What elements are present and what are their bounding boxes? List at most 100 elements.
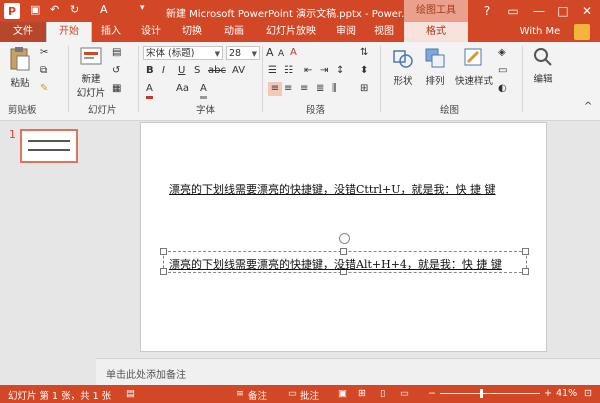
help-button[interactable]: ?	[474, 0, 500, 22]
title-bar: P ▣ ↶ ↻ A ▾ 新建 Microsoft PowerPoint 演示文稿…	[0, 0, 600, 22]
layout-icon[interactable]: ▤	[112, 46, 121, 60]
zoom-in-icon[interactable]: +	[544, 388, 552, 399]
save-icon[interactable]: ▣	[30, 3, 40, 16]
highlight-button[interactable]: A	[200, 82, 207, 99]
notes-pane[interactable]: 单击此处添加备注	[96, 358, 600, 386]
cut-icon[interactable]: ✂	[40, 46, 48, 60]
justify-icon[interactable]: ≣	[316, 82, 324, 96]
group-separator	[138, 46, 139, 112]
tab-transitions[interactable]: 切换	[172, 22, 212, 42]
quick-access-more-icon[interactable]: ▾	[140, 3, 145, 13]
app-logo-icon[interactable]: P	[4, 3, 20, 19]
new-slide-label-1: 新建	[81, 74, 101, 85]
account-avatar-icon[interactable]	[574, 24, 590, 40]
redo-icon[interactable]: ↻	[70, 3, 79, 16]
tab-animations[interactable]: 动画	[214, 22, 254, 42]
decrease-indent-icon[interactable]: ⇤	[304, 64, 312, 78]
bold-button[interactable]: B	[146, 64, 154, 78]
resize-handle-icon[interactable]	[522, 268, 529, 275]
resize-handle-icon[interactable]	[340, 248, 347, 255]
resize-handle-icon[interactable]	[160, 248, 167, 255]
tab-insert[interactable]: 插入	[92, 22, 130, 42]
font-color-quick-icon[interactable]: A	[100, 3, 108, 16]
slideshow-icon[interactable]: ▭	[400, 388, 409, 399]
window-title: 新建 Microsoft PowerPoint 演示文稿.pptx - Powe…	[166, 9, 411, 20]
shape-outline-icon[interactable]: ▭	[498, 64, 507, 78]
tab-review[interactable]: 审阅	[328, 22, 364, 42]
font-size-dropdown[interactable]: 28 ▼	[226, 46, 260, 60]
underline-button[interactable]: U	[178, 64, 185, 78]
zoom-out-icon[interactable]: −	[428, 388, 436, 399]
zoom-slider-thumb[interactable]	[480, 389, 483, 398]
tab-file[interactable]: 文件	[0, 22, 46, 42]
italic-button[interactable]: I	[162, 64, 165, 78]
slide-text-line-2[interactable]: 漂亮的下划线需要漂亮的快捷键，没错Alt+H+4，就是我：快 捷 键	[169, 256, 502, 272]
char-spacing-button[interactable]: AV	[232, 64, 245, 78]
format-painter-icon[interactable]: ✎	[40, 82, 48, 96]
notes-toggle-icon[interactable]: ≡	[236, 388, 244, 399]
shape-fill-icon[interactable]: ◈	[498, 46, 506, 60]
smartart-icon[interactable]: ⊞	[360, 82, 368, 96]
notes-toggle-label[interactable]: 备注	[248, 388, 267, 402]
align-right-icon[interactable]: ≡	[300, 82, 308, 96]
quick-styles-button[interactable]: 快速样式	[452, 46, 496, 87]
arrange-button[interactable]: 排列	[420, 46, 450, 87]
align-left-icon[interactable]: ≡	[268, 82, 282, 96]
notes-placeholder[interactable]: 单击此处添加备注	[106, 366, 186, 381]
tab-view[interactable]: 视图	[366, 22, 402, 42]
font-color-button[interactable]: A	[146, 82, 153, 99]
grow-font-button[interactable]: A	[266, 46, 274, 60]
reset-icon[interactable]: ↺	[112, 64, 120, 78]
slide-canvas[interactable]: 漂亮的下划线需要漂亮的快捷键，没错Cttrl+U，就是我：快 捷 键 漂亮的下划…	[140, 122, 547, 352]
increase-indent-icon[interactable]: ⇥	[320, 64, 328, 78]
ribbon-display-button[interactable]: ▭	[500, 0, 526, 22]
resize-handle-icon[interactable]	[160, 268, 167, 275]
zoom-level[interactable]: 41%	[556, 388, 577, 399]
paste-button[interactable]: 粘贴	[6, 46, 34, 89]
fit-to-window-icon[interactable]: ⊡	[584, 388, 592, 399]
bullets-icon[interactable]: ☰	[268, 64, 277, 78]
reading-view-icon[interactable]: ▯	[380, 388, 385, 399]
collapse-ribbon-icon[interactable]: ^	[584, 100, 592, 114]
minimize-button[interactable]: —	[526, 0, 552, 22]
tab-format[interactable]: 格式	[404, 22, 468, 42]
close-button[interactable]: ✕	[574, 0, 600, 22]
new-slide-button[interactable]: 新建 幻灯片	[76, 46, 106, 99]
shadow-button[interactable]: S	[194, 64, 200, 78]
account-name[interactable]: With Me	[510, 22, 570, 42]
align-text-icon[interactable]: ⬍	[360, 64, 368, 78]
strikethrough-button[interactable]: abc	[208, 64, 226, 78]
text-direction-icon[interactable]: ⇅	[360, 46, 368, 60]
slide-text-line-1[interactable]: 漂亮的下划线需要漂亮的快捷键，没错Cttrl+U，就是我：快 捷 键	[169, 181, 496, 197]
slide-sorter-icon[interactable]: ⊞	[358, 388, 366, 399]
align-center-icon[interactable]: ≡	[284, 82, 292, 96]
line-spacing-icon[interactable]: ↕	[336, 64, 344, 78]
tab-home[interactable]: 开始	[46, 22, 92, 42]
slide-count-text: 幻灯片 第 1 张，共 1 张	[8, 391, 112, 402]
editing-button[interactable]: 编辑	[528, 46, 558, 85]
rotate-handle-icon[interactable]	[339, 233, 350, 244]
normal-view-icon[interactable]: ▣	[338, 388, 347, 399]
shape-effects-icon[interactable]: ◐	[498, 82, 507, 96]
comments-label[interactable]: 批注	[300, 388, 319, 402]
section-icon[interactable]: ▦	[112, 82, 121, 96]
comments-icon[interactable]: ▭	[288, 388, 297, 399]
tab-slideshow[interactable]: 幻灯片放映	[256, 22, 326, 42]
maximize-button[interactable]: □	[550, 0, 576, 22]
clear-format-button[interactable]: A	[290, 46, 297, 60]
numbering-icon[interactable]: ☷	[284, 64, 293, 78]
undo-icon[interactable]: ↶	[50, 3, 59, 16]
font-name-dropdown[interactable]: 宋体 (标题) ▼	[143, 46, 223, 60]
spellcheck-icon[interactable]: ▤	[126, 388, 135, 399]
shapes-button[interactable]: 形状	[386, 46, 420, 87]
change-case-button[interactable]: Aa	[176, 82, 189, 96]
arrange-icon	[425, 48, 445, 68]
copy-icon[interactable]: ⧉	[40, 64, 47, 78]
tab-design[interactable]: 设计	[132, 22, 170, 42]
shrink-font-button[interactable]: A	[278, 47, 284, 61]
columns-icon[interactable]: ⫼	[332, 82, 337, 96]
editing-label: 编辑	[533, 74, 553, 85]
slide-thumbnail[interactable]	[20, 129, 78, 163]
resize-handle-icon[interactable]	[522, 248, 529, 255]
zoom-slider[interactable]	[440, 389, 540, 398]
